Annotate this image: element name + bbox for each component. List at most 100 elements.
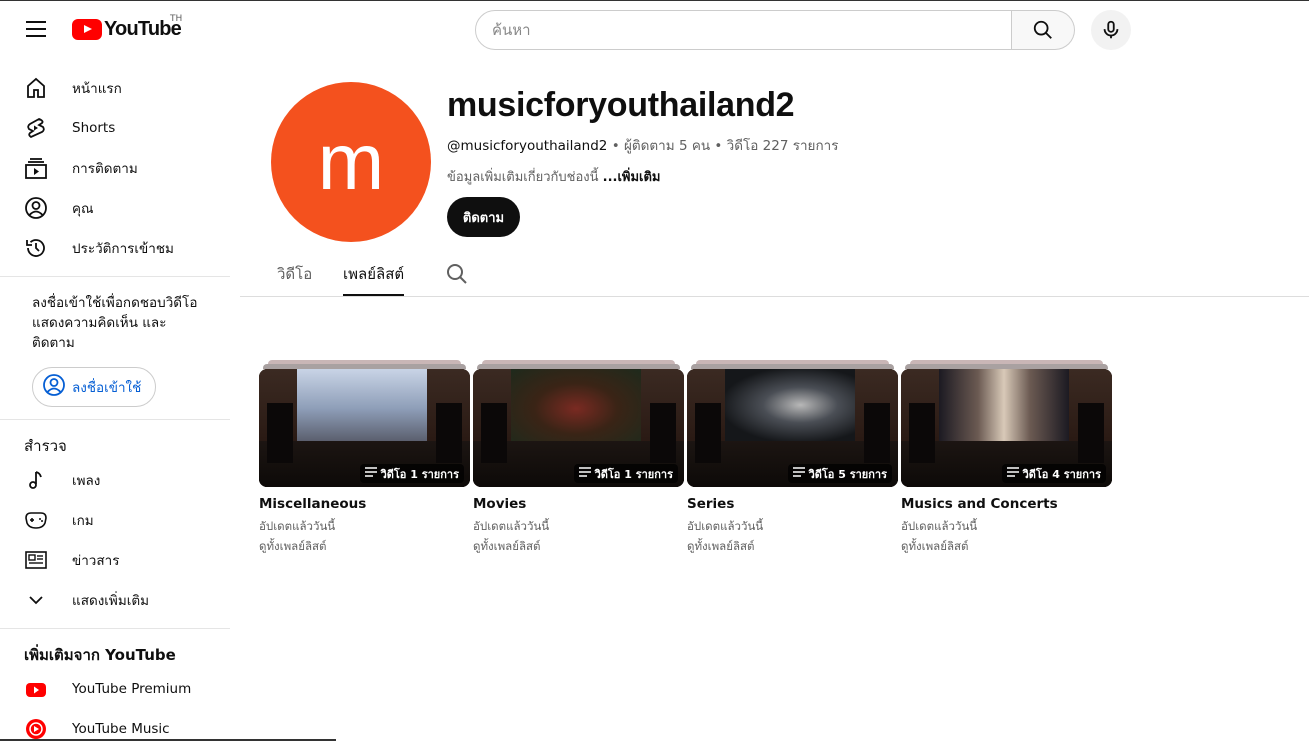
sidebar-item-label: YouTube Music [72,721,170,737]
sidebar-item-label: แสดงเพิ่มเติม [72,593,149,609]
description-text: ข้อมูลเพิ่มเติมเกี่ยวกับช่องนี้ [447,170,599,185]
sidebar-item-label: Shorts [72,120,116,136]
sidebar-item-gaming[interactable]: เกม [0,500,240,540]
microphone-icon [1103,20,1119,39]
sidebar-item-youtube-music[interactable]: YouTube Music [0,709,240,749]
chevron-down-icon [24,588,48,612]
youtube-music-icon [24,717,48,741]
subscriber-count: ผู้ติดตาม 5 คน [623,138,711,154]
playlist-updated: อัปเดตแล้ววันนี้ [259,519,336,533]
top-bar: YouTube TH ค้นหา [0,0,1309,58]
channel-tabs: วิดีโอ เพลย์ลิสต์ [240,254,1309,297]
sidebar-item-label: YouTube Premium [72,681,192,697]
country-code: TH [170,14,183,24]
more-link[interactable]: ...เพิ่มเติม [603,170,661,185]
channel-avatar[interactable]: m [271,82,431,242]
explore-title: สำรวจ [24,437,67,455]
home-icon [24,76,48,100]
sidebar-item-you[interactable]: คุณ [0,188,240,228]
playlist-thumbnail[interactable]: วิดีโอ 1 รายการ [259,369,470,487]
sidebar-item-home[interactable]: หน้าแรก [0,68,240,108]
sidebar-item-subscriptions[interactable]: การติดตาม [0,148,240,188]
playlist-thumbnail[interactable]: วิดีโอ 4 รายการ [901,369,1112,487]
sidebar-item-history[interactable]: ประวัติการเข้าชม [0,228,240,268]
signin-prompt: ลงชื่อเข้าใช้เพื่อกดชอบวิดีโอ แสดงความคิ… [0,285,240,353]
playlist-title[interactable]: Series [687,496,734,512]
gaming-icon [24,508,48,532]
sidebar-item-label: คุณ [72,201,94,217]
sidebar: หน้าแรก Shorts การติดตาม คุณ ประวัติการเ… [0,58,240,741]
shorts-icon [24,116,48,140]
video-count: วิดีโอ 227 รายการ [726,138,839,154]
search-input[interactable]: ค้นหา [475,10,1012,50]
badge-label: วิดีโอ 1 รายการ [594,467,673,481]
sidebar-item-label: เพลง [72,473,101,489]
playlist-title[interactable]: Miscellaneous [259,496,366,512]
view-full-playlist-link[interactable]: ดูทั้งเพลย์ลิสต์ [259,538,327,556]
thumbnail-image [297,369,427,441]
music-icon [24,468,48,492]
playlist-icon [1006,467,1019,480]
channel-meta: @musicforyouthailand2 • ผู้ติดตาม 5 คน •… [447,134,838,156]
playlist-updated: อัปเดตแล้ววันนี้ [473,519,550,533]
playlist-thumbnail[interactable]: วิดีโอ 1 รายการ [473,369,684,487]
sidebar-item-label: หน้าแรก [72,81,122,97]
tab-playlists[interactable]: เพลย์ลิสต์ [343,262,405,296]
playlist-icon [364,467,377,480]
search-button[interactable] [1012,10,1075,50]
sidebar-item-label: ข่าวสาร [72,553,120,569]
search-bar: ค้นหา [475,10,1075,50]
playlist-updated: อัปเดตแล้ววันนี้ [687,519,764,533]
video-count-badge: วิดีโอ 4 รายการ [1001,464,1106,483]
channel-search-icon[interactable] [445,262,469,290]
thumbnail-image [511,369,641,441]
subscribe-button[interactable]: ติดตาม [447,197,520,237]
video-count-badge: วิดีโอ 5 รายการ [787,464,892,483]
news-icon [24,548,48,572]
meta-separator: • [714,138,727,154]
video-count-badge: วิดีโอ 1 รายการ [573,464,678,483]
youtube-play-icon [72,19,102,40]
playlist-updated: อัปเดตแล้ววันนี้ [901,519,978,533]
signin-prompt-line: ลงชื่อเข้าใช้เพื่อกดชอบวิดีโอ [32,295,198,311]
playlist-title[interactable]: Musics and Concerts [901,496,1058,512]
menu-icon[interactable] [26,21,46,37]
sidebar-item-label: การติดตาม [72,161,138,177]
meta-separator: • [611,138,624,154]
playlist-icon [792,467,805,480]
you-icon [24,196,48,220]
sidebar-item-news[interactable]: ข่าวสาร [0,540,240,580]
sidebar-item-label: ประวัติการเข้าชม [72,241,174,257]
sidebar-item-youtube-premium[interactable]: YouTube Premium [0,669,240,709]
view-full-playlist-link[interactable]: ดูทั้งเพลย์ลิสต์ [473,538,541,556]
channel-handle: @musicforyouthailand2 [447,138,608,154]
badge-label: วิดีโอ 1 รายการ [380,467,459,481]
channel-description[interactable]: ข้อมูลเพิ่มเติมเกี่ยวกับช่องนี้ ...เพิ่ม… [447,166,661,187]
sidebar-item-shorts[interactable]: Shorts [0,108,240,148]
sidebar-item-label: เกม [72,513,94,529]
youtube-logo[interactable]: YouTube [72,18,182,41]
signin-button-label: ลงชื่อเข้าใช้ [72,380,142,396]
voice-search-button[interactable] [1091,10,1131,50]
thumbnail-image [939,369,1069,441]
playlist-icon [578,467,591,480]
signin-button[interactable]: ลงชื่อเข้าใช้ [32,367,156,407]
search-icon [1033,20,1052,39]
signin-prompt-line: แสดงความคิดเห็น และติดตาม [32,315,167,351]
youtube-premium-icon [24,677,48,701]
sidebar-item-music[interactable]: เพลง [0,460,240,500]
divider [0,276,230,277]
tab-videos[interactable]: วิดีโอ [277,262,312,296]
view-full-playlist-link[interactable]: ดูทั้งเพลย์ลิสต์ [687,538,755,556]
badge-label: วิดีโอ 4 รายการ [1022,467,1101,481]
history-icon [24,236,48,260]
subscriptions-icon [24,156,48,180]
view-full-playlist-link[interactable]: ดูทั้งเพลย์ลิสต์ [901,538,969,556]
video-count-badge: วิดีโอ 1 รายการ [359,464,464,483]
divider [0,419,230,420]
playlist-thumbnail[interactable]: วิดีโอ 5 รายการ [687,369,898,487]
divider [0,628,230,629]
playlist-title[interactable]: Movies [473,496,526,512]
account-circle-icon [42,373,66,401]
sidebar-item-show-more[interactable]: แสดงเพิ่มเติม [0,580,240,620]
